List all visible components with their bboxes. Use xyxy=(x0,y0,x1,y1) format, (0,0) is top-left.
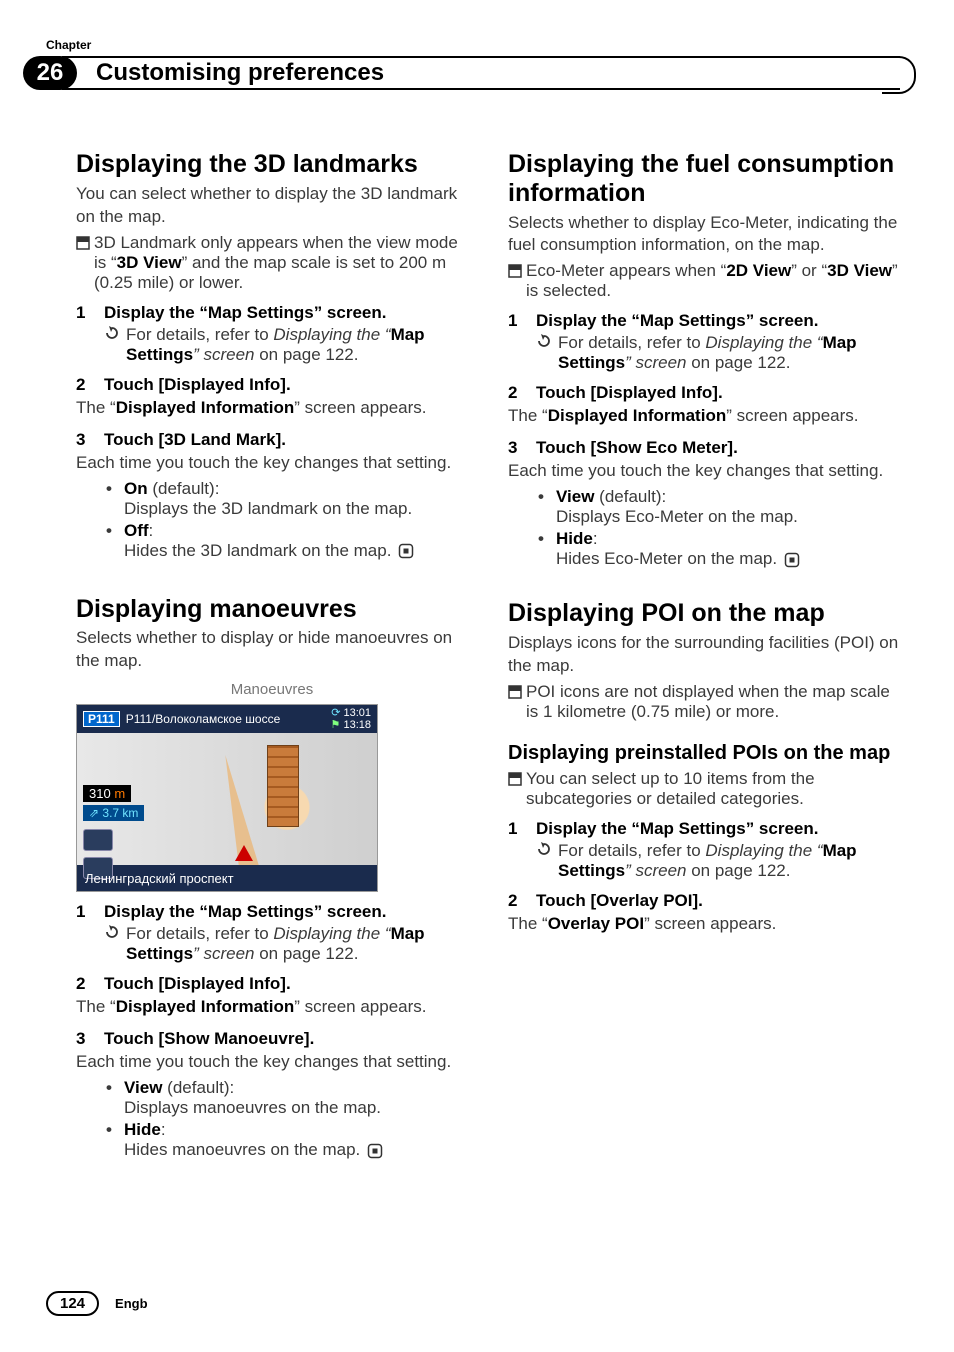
page-number: 124 xyxy=(46,1291,99,1316)
chapter-label: Chapter xyxy=(46,38,91,52)
step-text: Touch [Show Eco Meter]. xyxy=(536,438,738,458)
body-text: You can select whether to display the 3D… xyxy=(76,183,468,229)
chapter-title: Customising preferences xyxy=(62,56,900,90)
language-label: Engb xyxy=(115,1296,148,1311)
heading-manoeuvres: Displaying manoeuvres xyxy=(76,595,468,624)
bullet-dot-icon: • xyxy=(106,1078,124,1118)
step-text: Display the “Map Settings” screen. xyxy=(536,311,818,331)
page-footer: 124 Engb xyxy=(46,1291,148,1316)
road-name-bottom: Ленинградский проспект xyxy=(85,871,234,886)
step-number: 3 xyxy=(508,438,536,458)
note-text: Eco-Meter appears when “2D View” or “3D … xyxy=(526,261,900,301)
step-number: 2 xyxy=(76,974,104,994)
step-text: Display the “Map Settings” screen. xyxy=(104,303,386,323)
step-number: 2 xyxy=(76,375,104,395)
step-text: Display the “Map Settings” screen. xyxy=(536,819,818,839)
step-number: 3 xyxy=(76,430,104,450)
step-text: Display the “Map Settings” screen. xyxy=(104,902,386,922)
body-text: Each time you touch the key changes that… xyxy=(76,1051,468,1074)
distance-readout: 310 m xyxy=(83,785,131,802)
note-item: You can select up to 10 items from the s… xyxy=(508,769,900,809)
step-text: Touch [3D Land Mark]. xyxy=(104,430,286,450)
cross-reference: For details, refer to Displaying the “Ma… xyxy=(508,841,900,881)
note-box-icon xyxy=(508,769,526,809)
step-number: 1 xyxy=(76,303,104,323)
reference-arrow-icon xyxy=(104,325,126,365)
note-item: POI icons are not displayed when the map… xyxy=(508,682,900,722)
body-text: Selects whether to display or hide manoe… xyxy=(76,627,468,673)
note-item: Eco-Meter appears when “2D View” or “3D … xyxy=(508,261,900,301)
figure-caption: Manoeuvres xyxy=(76,681,468,698)
eta-readout: ⇗ 3.7 km xyxy=(83,805,144,821)
cross-reference: For details, refer to Displaying the “Ma… xyxy=(76,325,468,365)
bullet-dot-icon: • xyxy=(106,479,124,519)
step-number: 2 xyxy=(508,383,536,403)
body-text: The “Displayed Information” screen appea… xyxy=(76,996,468,1019)
heading-3d-landmarks: Displaying the 3D landmarks xyxy=(76,150,468,179)
step-number: 3 xyxy=(76,1029,104,1049)
bullet-dot-icon: • xyxy=(106,521,124,561)
subheading-preinstalled-poi: Displaying preinstalled POIs on the map xyxy=(508,742,900,765)
body-text: Each time you touch the key changes that… xyxy=(76,452,468,475)
section-end-icon xyxy=(784,552,800,568)
reference-arrow-icon xyxy=(536,333,558,373)
figure-manoeuvres: Manoeuvres P111 Р111/Волоколамское шоссе… xyxy=(76,681,468,892)
body-text: Selects whether to display Eco-Meter, in… xyxy=(508,212,900,258)
note-box-icon xyxy=(508,261,526,301)
note-box-icon xyxy=(76,233,94,293)
body-text: The “Displayed Information” screen appea… xyxy=(76,397,468,420)
route-badge: P111 xyxy=(83,711,120,727)
reference-arrow-icon xyxy=(536,841,558,881)
bullet-dot-icon: • xyxy=(538,487,556,527)
bullet-dot-icon: • xyxy=(106,1120,124,1160)
body-text: The “Overlay POI” screen appears. xyxy=(508,913,900,936)
note-text: 3D Landmark only appears when the view m… xyxy=(94,233,468,293)
step-number: 1 xyxy=(76,902,104,922)
body-text: Displays icons for the surrounding facil… xyxy=(508,632,900,678)
reference-arrow-icon xyxy=(104,924,126,964)
note-text: You can select up to 10 items from the s… xyxy=(526,769,900,809)
note-text: POI icons are not displayed when the map… xyxy=(526,682,900,722)
step-text: Touch [Displayed Info]. xyxy=(536,383,723,403)
building-graphic xyxy=(267,745,299,827)
vehicle-cursor-icon xyxy=(235,845,253,861)
bullet-dot-icon: • xyxy=(538,529,556,569)
step-text: Touch [Displayed Info]. xyxy=(104,974,291,994)
chapter-title-bar: Customising preferences xyxy=(62,56,900,90)
step-text: Touch [Displayed Info]. xyxy=(104,375,291,395)
road-name-top: Р111/Волоколамское шоссе xyxy=(126,712,281,726)
cross-reference: For details, refer to Displaying the “Ma… xyxy=(76,924,468,964)
section-end-icon xyxy=(398,543,414,559)
cross-reference: For details, refer to Displaying the “Ma… xyxy=(508,333,900,373)
step-text: Touch [Show Manoeuvre]. xyxy=(104,1029,314,1049)
note-box-icon xyxy=(508,682,526,722)
heading-poi: Displaying POI on the map xyxy=(508,599,900,628)
step-text: Touch [Overlay POI]. xyxy=(536,891,703,911)
heading-fuel: Displaying the fuel consumption informat… xyxy=(508,150,900,208)
body-text: Each time you touch the key changes that… xyxy=(508,460,900,483)
map-screenshot: P111 Р111/Волоколамское шоссе ⟳ 13:01 ⚑ … xyxy=(76,704,378,892)
step-number: 1 xyxy=(508,311,536,331)
section-end-icon xyxy=(367,1143,383,1159)
body-text: The “Displayed Information” screen appea… xyxy=(508,405,900,428)
step-number: 1 xyxy=(508,819,536,839)
note-item: 3D Landmark only appears when the view m… xyxy=(76,233,468,293)
step-number: 2 xyxy=(508,891,536,911)
clock-readout: ⟳ 13:01 ⚑ 13:18 xyxy=(331,707,371,731)
